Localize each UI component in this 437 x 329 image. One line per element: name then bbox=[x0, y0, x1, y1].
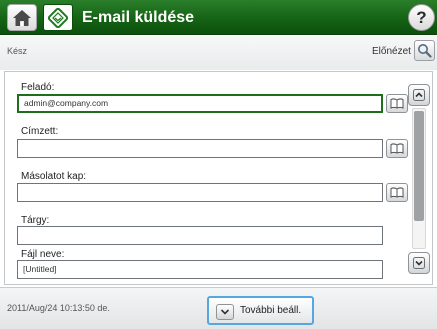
to-field[interactable] bbox=[17, 139, 383, 158]
chevron-down-icon bbox=[413, 257, 425, 269]
preview-label[interactable]: Előnézet bbox=[372, 46, 411, 57]
cc-address-book-button[interactable] bbox=[386, 183, 408, 202]
address-book-icon bbox=[390, 143, 404, 154]
chevron-down-icon bbox=[220, 309, 230, 315]
scroll-up-button[interactable] bbox=[408, 84, 430, 106]
file-name-field[interactable]: [Untitled] bbox=[17, 260, 383, 279]
address-book-icon bbox=[390, 98, 404, 109]
status-row: Kész Előnézet bbox=[0, 36, 437, 70]
bottom-bar: 2011/Aug/24 10:13:50 de. További beáll. bbox=[0, 287, 437, 329]
from-address-book-button[interactable] bbox=[386, 94, 408, 113]
home-icon bbox=[13, 9, 31, 26]
subject-label: Tárgy: bbox=[21, 215, 50, 226]
from-field[interactable]: admin@company.com bbox=[17, 94, 383, 113]
scroll-down-button[interactable] bbox=[408, 252, 430, 274]
address-book-icon bbox=[390, 187, 404, 198]
from-label: Feladó: bbox=[21, 82, 55, 93]
cc-label: Másolatot kap: bbox=[21, 171, 87, 182]
help-icon: ? bbox=[416, 7, 427, 27]
scrollbar-track[interactable] bbox=[412, 108, 426, 249]
more-options-button[interactable]: További beáll. bbox=[207, 296, 314, 325]
page-title: E-mail küldése bbox=[82, 9, 195, 26]
cc-field[interactable] bbox=[17, 183, 383, 202]
magnifier-icon bbox=[418, 44, 432, 58]
email-form-panel: Feladó: admin@company.com Címzett: Másol… bbox=[4, 71, 433, 285]
email-app-icon bbox=[43, 4, 73, 31]
help-button[interactable]: ? bbox=[408, 4, 435, 31]
title-bar: E-mail küldése ? bbox=[0, 0, 437, 35]
preview-button[interactable] bbox=[414, 40, 435, 61]
scrollbar-thumb[interactable] bbox=[414, 111, 424, 221]
to-label: Címzett: bbox=[21, 126, 59, 137]
more-options-label: További beáll. bbox=[240, 305, 302, 316]
to-address-book-button[interactable] bbox=[386, 139, 408, 158]
chevron-up-icon bbox=[413, 89, 425, 101]
email-icon bbox=[48, 7, 68, 28]
status-text: Kész bbox=[7, 46, 28, 56]
datetime-text: 2011/Aug/24 10:13:50 de. bbox=[7, 303, 110, 313]
more-options-icon bbox=[216, 304, 234, 320]
file-name-label: Fájl neve: bbox=[21, 249, 65, 260]
home-button[interactable] bbox=[7, 4, 37, 31]
subject-field[interactable] bbox=[17, 226, 383, 245]
